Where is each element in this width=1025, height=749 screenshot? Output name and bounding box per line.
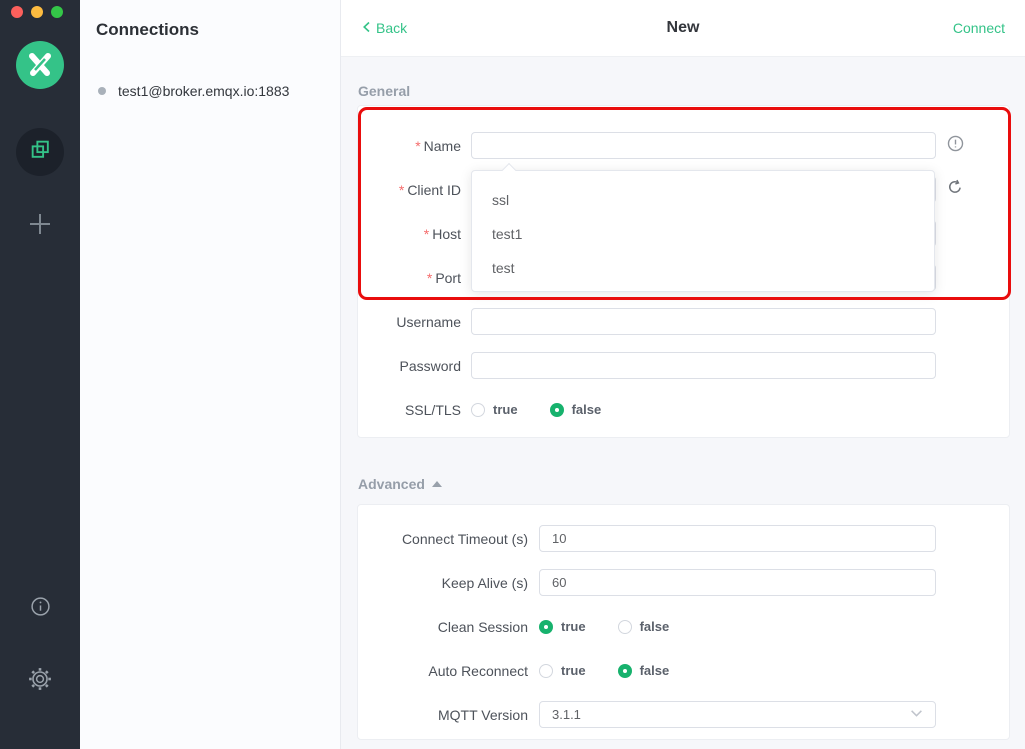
- name-warning: [946, 135, 964, 157]
- auto-reconnect-radio-group: true false: [539, 663, 669, 678]
- field-row-mqtt-version: MQTT Version 3.1.1: [358, 701, 1009, 728]
- name-input[interactable]: [471, 132, 936, 159]
- general-section-label: General: [358, 83, 410, 99]
- add-connection-button[interactable]: [0, 211, 80, 242]
- connect-button[interactable]: Connect: [953, 20, 1005, 36]
- panel-title: Connections: [96, 20, 199, 40]
- connections-icon: [29, 138, 52, 166]
- settings-button[interactable]: [0, 667, 80, 696]
- password-input[interactable]: [471, 352, 936, 379]
- connection-status-dot: [98, 87, 106, 95]
- gear-icon: [28, 667, 52, 696]
- username-input[interactable]: [471, 308, 936, 335]
- mqtt-version-value: 3.1.1: [552, 707, 581, 722]
- sidebar-item-connections[interactable]: [16, 128, 64, 176]
- sidebar: [0, 0, 80, 749]
- clean-session-radio-false[interactable]: false: [618, 619, 670, 634]
- connections-panel: Connections test1@broker.emqx.io:1883: [80, 0, 341, 749]
- field-row-password: Password: [358, 352, 1009, 379]
- clean-session-radio-group: true false: [539, 619, 669, 634]
- field-row-ssl-tls: SSL/TLS true false: [358, 396, 1009, 423]
- keep-alive-field-label: Keep Alive (s): [358, 575, 528, 591]
- client-id-refresh-button[interactable]: [946, 179, 964, 200]
- chevron-down-icon: [910, 707, 923, 723]
- ssl-tls-radio-false[interactable]: false: [550, 402, 602, 417]
- connect-timeout-input[interactable]: [539, 525, 936, 552]
- connection-label: test1@broker.emqx.io:1883: [118, 83, 289, 99]
- clean-session-radio-true[interactable]: true: [539, 619, 586, 634]
- field-row-auto-reconnect: Auto Reconnect true false: [358, 657, 1009, 684]
- ssl-tls-radio-true[interactable]: true: [471, 402, 518, 417]
- advanced-section-toggle[interactable]: Advanced: [358, 476, 442, 492]
- warning-icon: [947, 135, 964, 157]
- plus-icon: [27, 211, 53, 242]
- page-title: New: [667, 19, 700, 37]
- zoom-window-button[interactable]: [51, 6, 63, 18]
- connection-list-item[interactable]: test1@broker.emqx.io:1883: [98, 80, 289, 102]
- field-row-clean-session: Clean Session true false: [358, 613, 1009, 640]
- refresh-icon: [947, 179, 963, 200]
- minimize-window-button[interactable]: [31, 6, 43, 18]
- ssl-tls-field-label: SSL/TLS: [358, 402, 461, 418]
- radio-checked-icon: [550, 403, 564, 417]
- required-asterisk: *: [427, 270, 432, 286]
- auto-reconnect-radio-false[interactable]: false: [618, 663, 670, 678]
- required-asterisk: *: [399, 182, 404, 198]
- ssl-tls-radio-group: true false: [471, 402, 601, 417]
- radio-unchecked-icon: [471, 403, 485, 417]
- port-field-label: *Port: [358, 270, 461, 286]
- back-button[interactable]: Back: [361, 20, 407, 36]
- app-window: Connections test1@broker.emqx.io:1883 Ba…: [0, 0, 1025, 749]
- keep-alive-input[interactable]: [539, 569, 936, 596]
- radio-unchecked-icon: [618, 620, 632, 634]
- required-asterisk: *: [415, 138, 420, 154]
- clean-session-field-label: Clean Session: [358, 619, 528, 635]
- about-button[interactable]: [0, 596, 80, 622]
- chevron-left-icon: [361, 20, 372, 36]
- suggestion-item-test1[interactable]: test1: [472, 217, 934, 251]
- name-field-label: *Name: [358, 138, 461, 154]
- mqtt-version-field-label: MQTT Version: [358, 707, 528, 723]
- main-area: Back New Connect General *Name: [341, 0, 1025, 749]
- field-row-keep-alive: Keep Alive (s): [358, 569, 1009, 596]
- client-id-field-label: *Client ID: [358, 182, 461, 198]
- back-label: Back: [376, 20, 407, 36]
- field-row-connect-timeout: Connect Timeout (s): [358, 525, 1009, 552]
- close-window-button[interactable]: [11, 6, 23, 18]
- field-row-name: *Name: [358, 132, 1009, 159]
- mqttx-logo: [16, 41, 64, 89]
- suggestion-item-ssl[interactable]: ssl: [472, 183, 934, 217]
- radio-unchecked-icon: [539, 664, 553, 678]
- advanced-card: Connect Timeout (s) Keep Alive (s) Clean…: [357, 504, 1010, 740]
- auto-reconnect-radio-true[interactable]: true: [539, 663, 586, 678]
- password-field-label: Password: [358, 358, 461, 374]
- mqtt-version-select[interactable]: 3.1.1: [539, 701, 936, 728]
- field-row-username: Username: [358, 308, 1009, 335]
- connect-timeout-field-label: Connect Timeout (s): [358, 531, 528, 547]
- collapse-triangle-icon: [432, 481, 442, 487]
- auto-reconnect-field-label: Auto Reconnect: [358, 663, 528, 679]
- required-asterisk: *: [424, 226, 429, 242]
- username-field-label: Username: [358, 314, 461, 330]
- suggestion-item-test[interactable]: test: [472, 251, 934, 285]
- info-icon: [30, 596, 51, 622]
- traffic-lights: [11, 6, 63, 18]
- main-header: Back New Connect: [341, 0, 1025, 57]
- radio-checked-icon: [539, 620, 553, 634]
- name-suggestions-dropdown: ssl test1 test: [471, 170, 935, 292]
- radio-checked-icon: [618, 664, 632, 678]
- host-field-label: *Host: [358, 226, 461, 242]
